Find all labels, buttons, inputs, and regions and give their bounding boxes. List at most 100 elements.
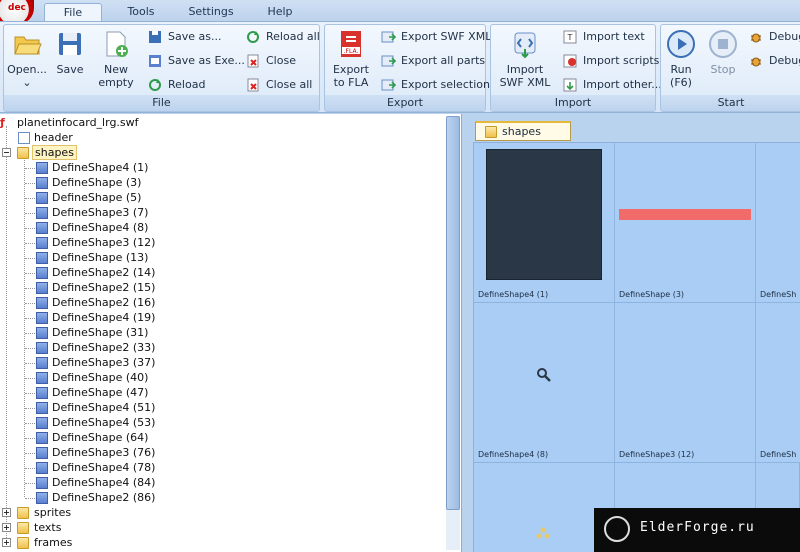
tree-guide-branch <box>25 438 35 439</box>
debug-pcode-button[interactable]: Debug <box>749 52 800 70</box>
shape-node-icon <box>36 297 48 309</box>
import-group-title: Import <box>491 95 655 111</box>
tab-tools[interactable]: Tools <box>112 3 170 22</box>
tab-file[interactable]: File <box>44 3 102 22</box>
save-as-icon <box>149 31 161 43</box>
floppy-disk-icon <box>59 33 81 55</box>
watermark: ElderForge.ru <box>594 508 800 552</box>
tree-guide-branch <box>25 333 35 334</box>
thumbnail-cell[interactable]: DefineShape4 (8) <box>474 303 615 463</box>
tree-guide-branch <box>25 183 35 184</box>
save-as-button[interactable]: Save as... <box>148 28 221 46</box>
tree-guide-branch <box>25 423 35 424</box>
import-swf-xml-button[interactable]: Import SWF XML <box>495 27 555 89</box>
shape-node-icon <box>36 252 48 264</box>
svg-text:T: T <box>567 33 573 42</box>
new-document-icon <box>106 31 128 57</box>
start-group: Run(F6) Stop Debug Debug Start <box>660 24 800 112</box>
reload-icon <box>149 79 161 91</box>
import-text-button[interactable]: T Import text <box>563 28 645 46</box>
folder-open-icon <box>14 36 42 55</box>
shape-node-icon <box>36 477 48 489</box>
shape-node-icon <box>36 372 48 384</box>
folder-icon <box>17 537 29 549</box>
import-scripts-icon <box>563 54 577 68</box>
export-all-icon <box>381 55 396 67</box>
folder-icon <box>485 126 497 138</box>
thumbnail-cell[interactable]: DefineShape4 (1) <box>474 143 615 303</box>
import-other-button[interactable]: Import other... <box>563 76 662 94</box>
export-group: .FLA. Export to FLA Export SWF XML Export… <box>324 24 491 112</box>
run-button[interactable]: Run (F6) <box>663 27 699 89</box>
tag-tree-panel[interactable]: ƒ planetinfocard_lrg.swf header shapes D… <box>0 114 462 552</box>
shape-node-icon <box>36 192 48 204</box>
folder-icon <box>17 522 29 534</box>
bug-icon <box>751 57 761 67</box>
stop-button[interactable]: Stop <box>705 27 741 76</box>
shape-node-icon <box>36 327 48 339</box>
tree-guide-branch <box>25 408 35 409</box>
reload-all-icon <box>247 31 259 43</box>
expand-icon[interactable] <box>2 508 11 517</box>
import-group: Import SWF XML T Import text Import script… <box>490 24 662 112</box>
shape-node-icon <box>36 177 48 189</box>
expand-icon[interactable] <box>2 523 11 532</box>
collapse-icon[interactable] <box>2 148 11 157</box>
shape-node-icon <box>36 207 48 219</box>
shape-node-icon <box>36 492 48 504</box>
export-all-parts-button[interactable]: Export all parts <box>381 52 485 70</box>
shape-node-icon <box>36 237 48 249</box>
close-all-button[interactable]: Close all <box>246 76 312 94</box>
tree-guide-branch <box>25 363 35 364</box>
folder-preview-tab[interactable]: shapes <box>475 121 571 141</box>
tree-scrollbar-thumb[interactable] <box>446 116 460 510</box>
menu-tab-bar: dec File Tools Settings Help <box>0 0 800 24</box>
magnifier-icon <box>537 368 551 382</box>
chevron-down-icon[interactable]: ⌄ <box>22 76 31 89</box>
fla-file-icon: .FLA. <box>341 31 361 57</box>
shape-node-icon <box>36 402 48 414</box>
close-button[interactable]: Close <box>246 52 296 70</box>
tree-guide-branch <box>25 288 35 289</box>
shape-node-icon <box>36 267 48 279</box>
shape-node-icon <box>36 162 48 174</box>
save-button[interactable]: Save <box>52 27 88 76</box>
tree-guide-branch <box>25 168 35 169</box>
header-icon <box>18 132 30 144</box>
start-group-title: Start <box>661 95 800 111</box>
tree-guide-branch <box>25 273 35 274</box>
bug-icon <box>751 33 761 43</box>
shape-node-icon <box>36 387 48 399</box>
save-as-exe-icon <box>149 55 161 67</box>
shape-preview-dark-rect <box>486 149 602 280</box>
export-selection-button[interactable]: Export selection <box>381 76 490 94</box>
save-as-exe-button[interactable]: Save as Exe... <box>148 52 245 70</box>
thumbnail-cell[interactable]: DefineSh <box>756 303 800 463</box>
folder-icon <box>17 147 29 159</box>
tree-guide-branch <box>25 318 35 319</box>
tab-settings[interactable]: Settings <box>180 3 242 22</box>
import-text-icon: T <box>563 30 577 44</box>
thumbnail-cell[interactable]: DefineShape3 (12) <box>615 303 756 463</box>
reload-button[interactable]: Reload <box>148 76 205 94</box>
shape-node-icon <box>36 357 48 369</box>
import-other-icon <box>563 78 577 92</box>
export-swf-xml-button[interactable]: Export SWF XML <box>381 28 491 46</box>
tree-guide-root <box>6 126 7 546</box>
tab-help[interactable]: Help <box>252 3 308 22</box>
tree-guide-branch <box>25 243 35 244</box>
export-group-title: Export <box>325 95 485 111</box>
export-to-fla-button[interactable]: .FLA. Export to FLA <box>329 27 373 89</box>
new-empty-button[interactable]: New empty <box>94 27 138 89</box>
thumbnail-cell[interactable]: DefineShape (3) <box>615 143 756 303</box>
reload-all-button[interactable]: Reload all <box>246 28 320 46</box>
tree-guide-branch <box>25 393 35 394</box>
close-document-icon <box>247 54 259 68</box>
expand-icon[interactable] <box>2 538 11 547</box>
open-button[interactable]: Open... ⌄ <box>6 27 48 89</box>
debug-button[interactable]: Debug <box>749 28 800 46</box>
import-scripts-button[interactable]: Import scripts <box>563 52 659 70</box>
shape-thumbnail-grid: DefineShape4 (1) DefineShape (3) DefineS… <box>473 142 800 552</box>
shape-preview-red-bar <box>619 209 751 220</box>
thumbnail-cell[interactable]: DefineSh <box>756 143 800 303</box>
